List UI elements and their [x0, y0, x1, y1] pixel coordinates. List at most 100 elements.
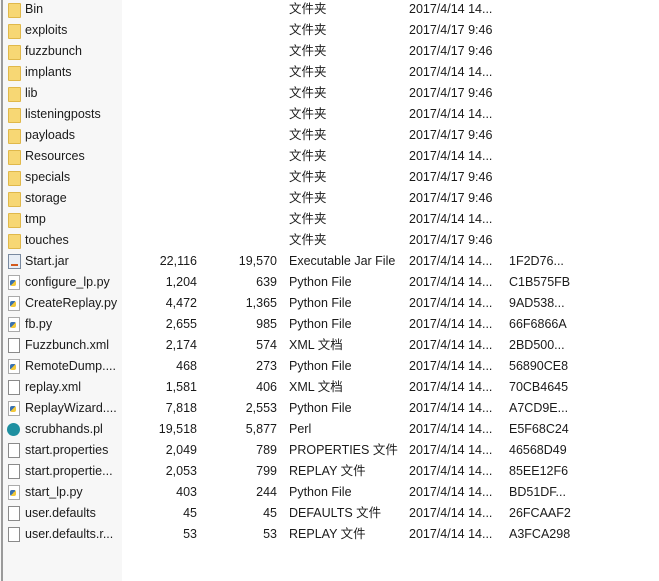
file-row[interactable]: Bin 文件夹 2017/4/14 14... [0, 0, 659, 20]
file-icon [8, 527, 20, 542]
file-type: 文件夹 [289, 65, 327, 79]
file-row[interactable]: ReplayWizard.... 7,818 2,553 Python File… [0, 398, 659, 419]
file-row[interactable]: implants 文件夹 2017/4/14 14... [0, 62, 659, 83]
folder-icon [8, 87, 21, 102]
file-row[interactable]: Resources 文件夹 2017/4/14 14... [0, 146, 659, 167]
file-row[interactable]: user.defaults.r... 53 53 REPLAY 文件 2017/… [0, 524, 659, 545]
file-row[interactable]: tmp 文件夹 2017/4/14 14... [0, 209, 659, 230]
file-type: XML 文档 [289, 338, 343, 352]
jar-icon [8, 254, 21, 269]
compressed-size: 2,049 [165, 443, 197, 457]
file-name: fuzzbunch [25, 44, 82, 58]
modified-date: 2017/4/17 9:46 [409, 23, 493, 37]
file-row[interactable]: CreateReplay.py 4,472 1,365 Python File … [0, 293, 659, 314]
file-size: 45 [263, 506, 277, 520]
file-row[interactable]: Fuzzbunch.xml 2,174 574 XML 文档 2017/4/14… [0, 335, 659, 356]
file-type: 文件夹 [289, 44, 327, 58]
crc: 46568D49 [509, 443, 567, 457]
file-row[interactable]: scrubhands.pl 19,518 5,877 Perl 2017/4/1… [0, 419, 659, 440]
file-icon [8, 506, 20, 521]
python-icon [8, 296, 20, 311]
file-size: 244 [256, 485, 277, 499]
crc: C1B575FB [509, 275, 571, 289]
file-row[interactable]: fb.py 2,655 985 Python File 2017/4/14 14… [0, 314, 659, 335]
file-type: 文件夹 [289, 149, 327, 163]
modified-date: 2017/4/14 14... [409, 527, 493, 541]
folder-icon [8, 129, 21, 144]
modified-date: 2017/4/17 9:46 [409, 191, 493, 205]
python-icon [8, 401, 20, 416]
file-size: 1,365 [245, 296, 277, 310]
file-name: Bin [25, 2, 44, 16]
crc: 9AD538... [509, 296, 565, 310]
file-type: 文件夹 [289, 212, 327, 226]
file-type: 文件夹 [289, 191, 327, 205]
file-name: replay.xml [25, 380, 82, 394]
file-row[interactable]: start.propertie... 2,053 799 REPLAY 文件 2… [0, 461, 659, 482]
modified-date: 2017/4/14 14... [409, 338, 493, 352]
file-name: scrubhands.pl [25, 422, 103, 436]
python-icon [8, 275, 20, 290]
file-name: payloads [25, 128, 76, 142]
file-size: 799 [256, 464, 277, 478]
modified-date: 2017/4/14 14... [409, 443, 493, 457]
file-name: fb.py [25, 317, 53, 331]
crc: 26FCAAF2 [509, 506, 571, 520]
file-row[interactable]: specials 文件夹 2017/4/17 9:46 [0, 167, 659, 188]
file-name: lib [25, 86, 38, 100]
file-name: Fuzzbunch.xml [25, 338, 110, 352]
file-type: Executable Jar File [289, 254, 396, 268]
file-name: start.propertie... [25, 464, 113, 478]
crc: 2BD500... [509, 338, 565, 352]
folder-icon [8, 192, 21, 207]
file-row[interactable]: storage 文件夹 2017/4/17 9:46 [0, 188, 659, 209]
file-name: user.defaults [25, 506, 96, 520]
file-row[interactable]: Start.jar 22,116 19,570 Executable Jar F… [0, 251, 659, 272]
file-name: CreateReplay.py [25, 296, 118, 310]
file-name: user.defaults.r... [25, 527, 114, 541]
modified-date: 2017/4/14 14... [409, 2, 493, 16]
compressed-size: 2,655 [165, 317, 197, 331]
modified-date: 2017/4/14 14... [409, 149, 493, 163]
file-icon [8, 464, 20, 479]
file-row[interactable]: touches 文件夹 2017/4/17 9:46 [0, 230, 659, 251]
modified-date: 2017/4/17 9:46 [409, 233, 493, 247]
file-type: 文件夹 [289, 233, 327, 247]
file-type: Python File [289, 275, 352, 289]
folder-icon [8, 3, 21, 18]
file-row[interactable]: start.properties 2,049 789 PROPERTIES 文件… [0, 440, 659, 461]
file-row[interactable]: exploits 文件夹 2017/4/17 9:46 [0, 20, 659, 41]
file-size: 985 [256, 317, 277, 331]
file-row[interactable]: payloads 文件夹 2017/4/17 9:46 [0, 125, 659, 146]
folder-icon [8, 150, 21, 165]
file-row[interactable]: lib 文件夹 2017/4/17 9:46 [0, 83, 659, 104]
file-size: 789 [256, 443, 277, 457]
crc: 56890CE8 [509, 359, 569, 373]
compressed-size: 45 [183, 506, 197, 520]
modified-date: 2017/4/17 9:46 [409, 44, 493, 58]
file-name: storage [25, 191, 67, 205]
file-type: Python File [289, 317, 352, 331]
modified-date: 2017/4/14 14... [409, 464, 493, 478]
modified-date: 2017/4/14 14... [409, 254, 493, 268]
compressed-size: 4,472 [165, 296, 197, 310]
crc: A3FCA298 [509, 527, 571, 541]
file-row[interactable]: RemoteDump.... 468 273 Python File 2017/… [0, 356, 659, 377]
file-row[interactable]: user.defaults 45 45 DEFAULTS 文件 2017/4/1… [0, 503, 659, 524]
compressed-size: 1,204 [165, 275, 197, 289]
compressed-size: 2,174 [165, 338, 197, 352]
file-size: 2,553 [245, 401, 277, 415]
file-type: Python File [289, 401, 352, 415]
modified-date: 2017/4/17 9:46 [409, 128, 493, 142]
file-name: configure_lp.py [25, 275, 110, 289]
modified-date: 2017/4/14 14... [409, 380, 493, 394]
compressed-size: 1,581 [165, 380, 197, 394]
file-name: specials [25, 170, 71, 184]
folder-icon [8, 66, 21, 81]
file-row[interactable]: fuzzbunch 文件夹 2017/4/17 9:46 [0, 41, 659, 62]
file-row[interactable]: replay.xml 1,581 406 XML 文档 2017/4/14 14… [0, 377, 659, 398]
file-row[interactable]: configure_lp.py 1,204 639 Python File 20… [0, 272, 659, 293]
file-row[interactable]: start_lp.py 403 244 Python File 2017/4/1… [0, 482, 659, 503]
file-row[interactable]: listeningposts 文件夹 2017/4/14 14... [0, 104, 659, 125]
file-size: 574 [256, 338, 277, 352]
